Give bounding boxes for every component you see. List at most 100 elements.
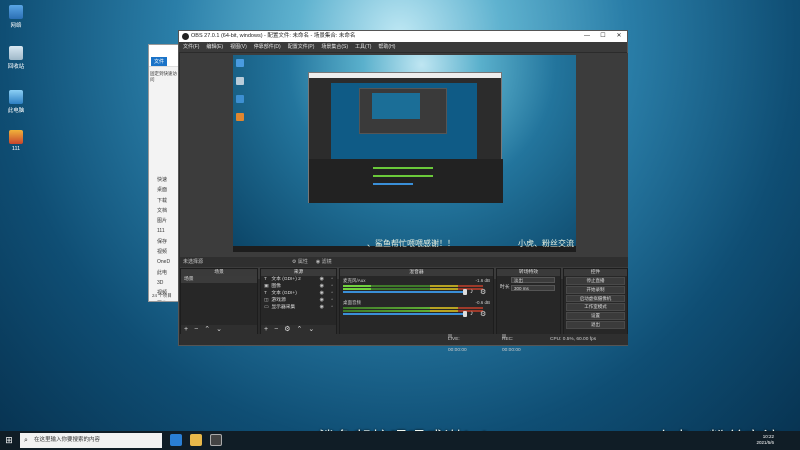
menu-file[interactable]: 文件(F) xyxy=(183,42,199,52)
obs-logo-icon xyxy=(182,33,189,40)
source-item[interactable]: ◫ 游戏源 ◉ ▫ xyxy=(261,297,336,304)
menu-help[interactable]: 帮助(H) xyxy=(378,42,395,52)
source-toolbar: 未选择源 ⚙ 属性 ◉ 滤镜 xyxy=(180,257,628,267)
menu-edit[interactable]: 编辑(E) xyxy=(206,42,223,52)
add-source-button[interactable]: + xyxy=(264,325,268,334)
desktop-icon-computer[interactable]: 此电脑 xyxy=(2,90,30,114)
explorer-quick-access[interactable]: 固定到快速访问 xyxy=(150,71,180,83)
explorer-tree-item[interactable]: 3D xyxy=(157,278,170,288)
explorer-tree-item[interactable]: 文档 xyxy=(157,206,170,216)
explorer-tree-item[interactable]: 图片 xyxy=(157,299,170,302)
explorer-tree-item[interactable]: 快速 xyxy=(157,175,170,185)
filters-button[interactable]: ◉ 滤镜 xyxy=(316,257,332,267)
visibility-eye-icon[interactable]: ◉ xyxy=(320,297,324,304)
studio-mode-button[interactable]: 工作室模式 xyxy=(566,303,625,312)
start-button[interactable]: ⊞ xyxy=(0,431,18,450)
controls-dock-title: 控件 xyxy=(564,269,627,276)
edge-icon[interactable] xyxy=(170,434,182,446)
obs-window[interactable]: OBS 27.0.1 (64-bit, windows) - 配置文件: 未命名… xyxy=(178,30,628,353)
source-item[interactable]: T 文本 (GDI+) ◉ ▫ xyxy=(261,290,336,297)
lock-icon[interactable]: ▫ xyxy=(331,297,333,304)
source-name: 图像 xyxy=(271,284,281,289)
preview-canvas[interactable]: 、鲨鱼帮忙喂喂感谢！！ 小虎、粉丝交流 xyxy=(233,55,576,252)
add-scene-button[interactable]: + xyxy=(184,325,188,334)
start-virtual-camera-button[interactable]: 启动虚拟摄像机 xyxy=(566,294,625,303)
explorer-item-count: 24 个项目 xyxy=(152,293,172,298)
minimize-button[interactable]: — xyxy=(579,31,595,42)
lock-icon[interactable]: ▫ xyxy=(331,304,333,311)
explorer-tree-item[interactable]: 图片 xyxy=(157,216,170,226)
explorer-tree-item[interactable]: 保存 xyxy=(157,237,170,247)
move-down-button[interactable]: ⌄ xyxy=(308,325,314,334)
menu-scene-collection[interactable]: 场景集合(S) xyxy=(321,42,348,52)
menu-view[interactable]: 视图(V) xyxy=(230,42,247,52)
menu-docks[interactable]: 停靠部件(D) xyxy=(254,42,281,52)
taskbar-clock[interactable]: 10:22 2021/5/6 xyxy=(756,434,774,446)
exit-button[interactable]: 退出 xyxy=(566,320,625,329)
volume-fader[interactable] xyxy=(343,291,465,293)
volume-fader-handle[interactable] xyxy=(463,311,467,317)
settings-button[interactable]: 设置 xyxy=(566,312,625,320)
explorer-tree-item[interactable]: 此电 xyxy=(157,268,170,278)
volume-fader-handle[interactable] xyxy=(463,289,467,295)
obs-taskbar-icon[interactable] xyxy=(210,434,222,446)
source-settings-icon[interactable]: ⚙ xyxy=(284,325,290,334)
explorer-tree-item[interactable]: 视频 xyxy=(157,247,170,257)
file-explorer-window[interactable]: 文件 固定到快速访问 快速 桌面 下载 文档 图片 111 保存 视频 OneD… xyxy=(148,44,182,302)
lock-icon[interactable]: ▫ xyxy=(331,276,333,283)
explorer-tree-item[interactable]: OneD xyxy=(157,257,170,267)
desktop-icon-recycle-bin[interactable]: 回收站 xyxy=(2,46,30,70)
menu-profile[interactable]: 配置文件(P) xyxy=(288,42,315,52)
lock-icon[interactable]: ▫ xyxy=(331,290,333,297)
gear-icon[interactable]: ⚙ xyxy=(480,288,486,296)
nested-preview-canvas xyxy=(372,93,420,119)
source-item[interactable]: ▭ 显示器采集 ◉ ▫ xyxy=(261,304,336,311)
duration-row: 时长 300 ms xyxy=(497,284,560,292)
source-item[interactable]: T 文本 (GDI+) 2 ◉ ▫ xyxy=(261,276,336,283)
gear-icon[interactable]: ⚙ xyxy=(480,310,486,318)
desktop-icon-archive[interactable]: 111 xyxy=(2,130,30,152)
menu-tools[interactable]: 工具(T) xyxy=(355,42,371,52)
obs-preview-area[interactable]: 、鲨鱼帮忙喂喂感谢！！ 小虎、粉丝交流 xyxy=(180,53,628,279)
explorer-file-tab[interactable]: 文件 xyxy=(151,57,168,66)
recycle-bin-icon xyxy=(236,77,244,85)
channel-name: 桌面音频 xyxy=(343,300,361,305)
transition-select-row: 淡出 xyxy=(497,276,560,284)
remove-source-button[interactable]: − xyxy=(274,325,278,334)
explorer-tree-item[interactable]: 111 xyxy=(157,226,170,236)
volume-fader[interactable] xyxy=(343,313,465,315)
visibility-eye-icon[interactable]: ◉ xyxy=(320,276,324,283)
maximize-button[interactable]: ☐ xyxy=(595,31,611,42)
source-item[interactable]: ▣ 图像 ◉ ▫ xyxy=(261,283,336,290)
mixer-channel: 麦克风/Aux -1.6 dB ♪ ⚙ xyxy=(340,276,493,298)
visibility-eye-icon[interactable]: ◉ xyxy=(320,290,324,297)
speaker-icon[interactable]: ♪ xyxy=(470,288,474,295)
desktop-icon-network[interactable]: 网络 xyxy=(2,5,30,29)
duration-input[interactable]: 300 ms xyxy=(511,285,555,291)
obs-menubar: 文件(F) 编辑(E) 视图(V) 停靠部件(D) 配置文件(P) 场景集合(S… xyxy=(179,42,627,52)
preview-subtitle-right: 小虎、粉丝交流 xyxy=(518,239,574,248)
remove-scene-button[interactable]: − xyxy=(194,325,198,334)
move-up-button[interactable]: ⌃ xyxy=(296,325,302,334)
scenes-dock: 场景 场景 + − ⌃ ⌄ xyxy=(180,268,258,335)
explorer-nav-tree: 快速 桌面 下载 文档 图片 111 保存 视频 OneD 此电 3D 视频 图… xyxy=(157,175,170,302)
explorer-tree-item[interactable]: 下载 xyxy=(157,196,170,206)
visibility-eye-icon[interactable]: ◉ xyxy=(320,304,324,311)
explorer-tree-item[interactable]: 桌面 xyxy=(157,185,170,195)
taskbar-search[interactable]: ⌕ 在这里输入你要搜索的内容 xyxy=(20,433,162,448)
file-explorer-icon[interactable] xyxy=(190,434,202,446)
properties-button[interactable]: ⚙ 属性 xyxy=(292,257,308,267)
obs-titlebar[interactable]: OBS 27.0.1 (64-bit, windows) - 配置文件: 未命名… xyxy=(179,31,627,42)
start-recording-button[interactable]: 开始录制 xyxy=(566,285,625,294)
sources-dock: 来源 T 文本 (GDI+) 2 ◉ ▫ ▣ 图像 ◉ ▫ T 文本 (GDI+… xyxy=(260,268,337,335)
lock-icon[interactable]: ▫ xyxy=(331,283,333,290)
move-up-button[interactable]: ⌃ xyxy=(204,325,210,334)
close-button[interactable]: ✕ xyxy=(611,31,627,42)
stop-streaming-button[interactable]: 停止直播 xyxy=(566,277,625,285)
move-down-button[interactable]: ⌄ xyxy=(216,325,222,334)
transition-select[interactable]: 淡出 xyxy=(511,277,555,283)
speaker-icon[interactable]: ♪ xyxy=(470,310,474,317)
visibility-eye-icon[interactable]: ◉ xyxy=(320,283,324,290)
clock-date: 2021/5/6 xyxy=(756,440,774,445)
scene-item[interactable]: 场景 xyxy=(181,276,257,283)
